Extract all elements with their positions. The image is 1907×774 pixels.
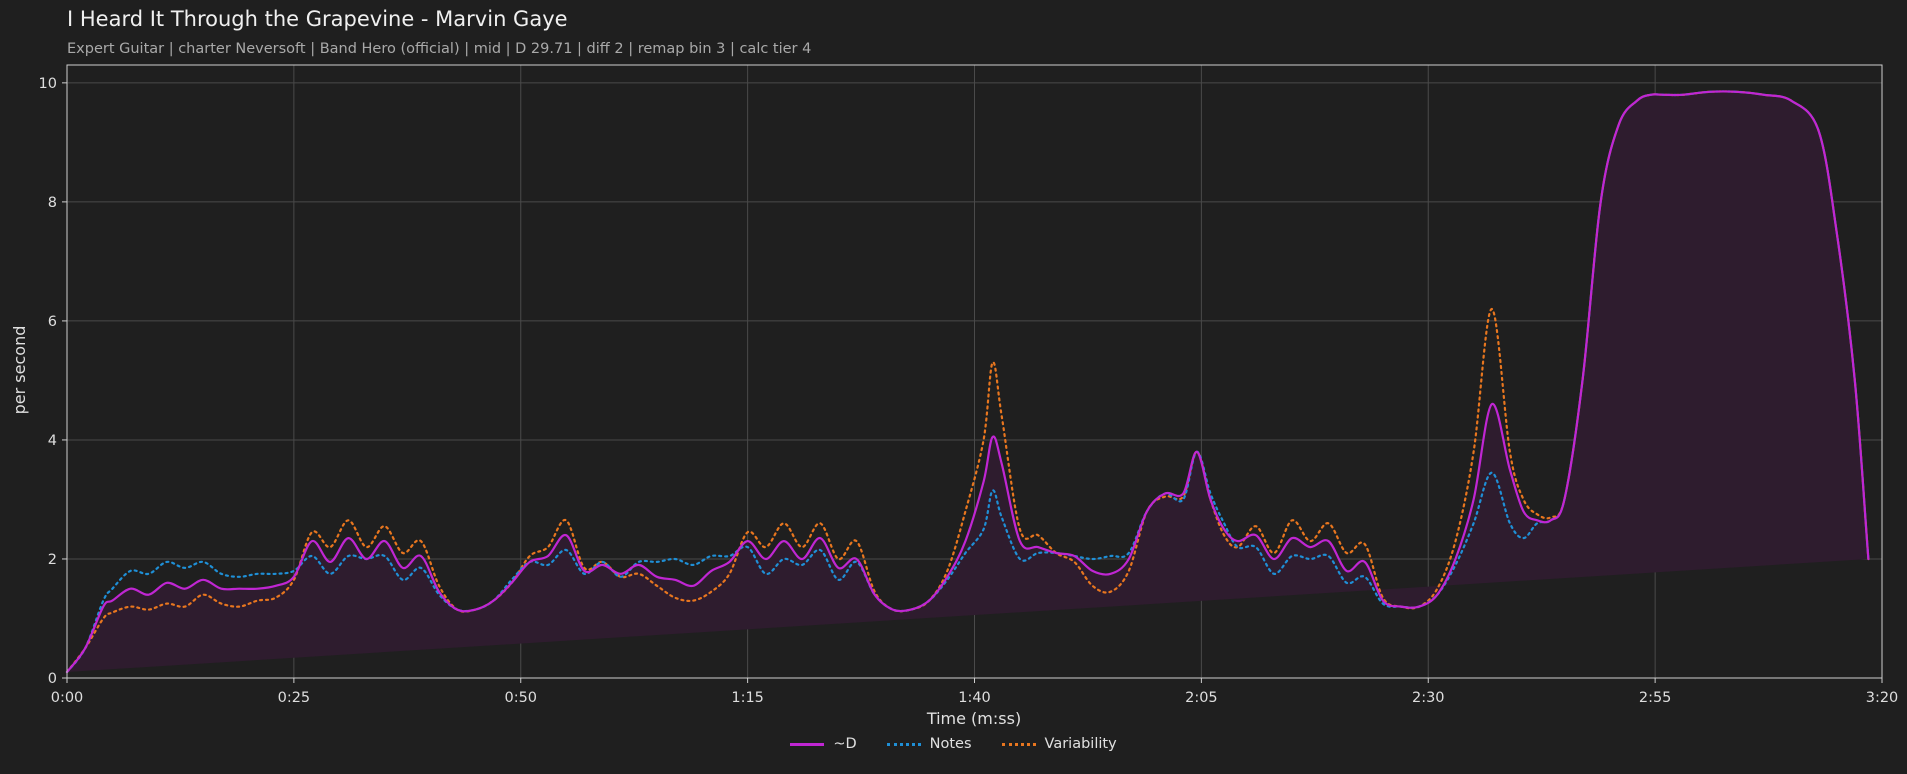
y-axis-label: per second [10,326,29,415]
x-tick-label: 0:00 [51,690,84,706]
x-tick-label: 3:20 [1866,690,1899,706]
legend-item-notes: Notes [886,736,972,752]
legend-label-notes: Notes [929,736,972,752]
y-tick-label: 6 [48,314,57,330]
y-tick-label: 4 [48,433,57,449]
legend-swatch-notes [886,742,921,746]
legend-swatch-variability [1001,742,1036,746]
y-tick-label: 0 [48,671,57,687]
legend-label-variability: Variability [1044,736,1117,752]
x-tick-label: 1:15 [731,690,764,706]
x-tick-label: 2:05 [1185,690,1218,706]
x-axis-label: Time (m:ss) [926,709,1021,728]
x-tick-label: 2:30 [1412,690,1445,706]
x-tick-label: 0:50 [504,690,537,706]
legend-item-variability: Variability [1001,736,1117,752]
line-chart: 0:00 0:25 0:50 1:15 1:40 2:05 2:30 2:55 3:20 0 2 4 6… [10,64,1899,728]
y-tick-label: 2 [48,552,57,568]
legend-swatch-d [790,742,825,746]
y-tick-label: 8 [48,195,57,211]
legend-item-d: ~D [790,736,857,752]
legend-label-d: ~D [833,736,857,752]
x-tick-label: 1:40 [958,690,991,706]
y-tick-label: 10 [39,76,57,92]
x-tick-label: 0:25 [278,690,311,706]
x-tick-label: 2:55 [1639,690,1672,706]
legend: ~D Notes Variability [0,736,1907,752]
